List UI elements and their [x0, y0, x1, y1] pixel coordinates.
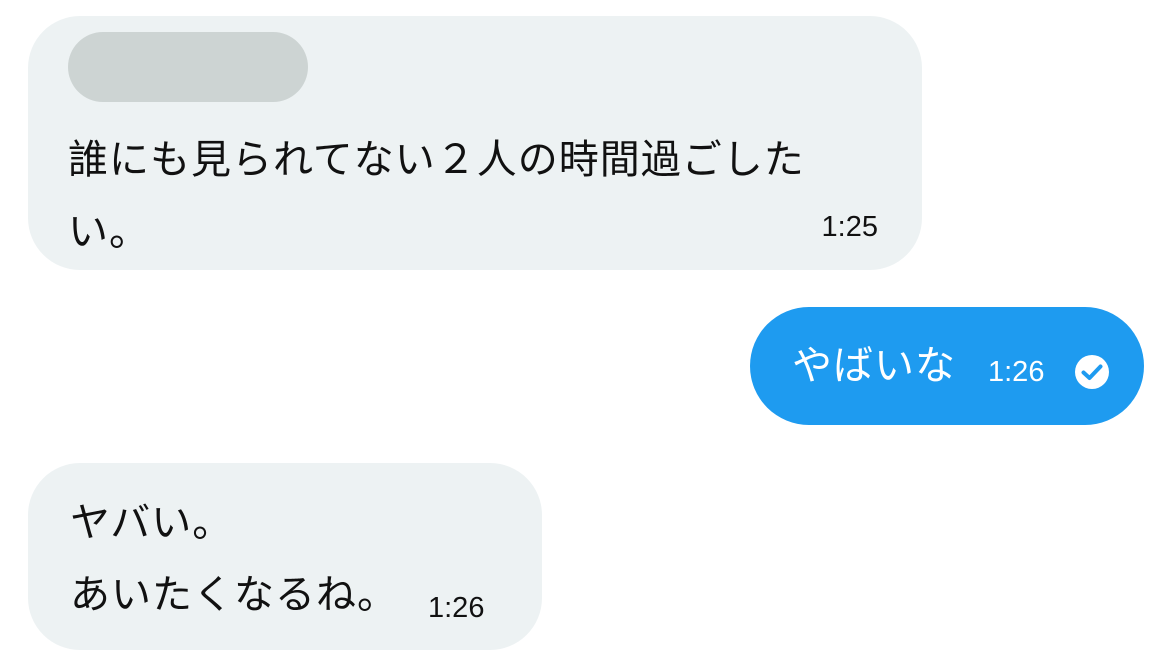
chat-thread: 誰にも見られてない２人の時間過ごしたい。 1:25 やばいな 1:26 ヤバい。…	[0, 0, 1170, 665]
message-bubble-incoming[interactable]: 誰にも見られてない２人の時間過ごしたい。 1:25	[28, 16, 922, 270]
redacted-sender-name	[68, 32, 308, 102]
message-text: 誰にも見られてない２人の時間過ごしたい。	[68, 137, 805, 255]
message-text: やばいな	[792, 343, 956, 389]
message-text: ヤバい。 あいたくなるね。	[70, 500, 398, 618]
message-timestamp: 1:26	[988, 356, 1045, 388]
message-bubble-incoming[interactable]: ヤバい。 あいたくなるね。 1:26	[28, 463, 542, 650]
read-check-icon	[1075, 355, 1109, 389]
message-bubble-outgoing[interactable]: やばいな 1:26	[750, 307, 1144, 425]
message-timestamp: 1:26	[428, 592, 485, 624]
message-timestamp: 1:25	[821, 211, 878, 243]
